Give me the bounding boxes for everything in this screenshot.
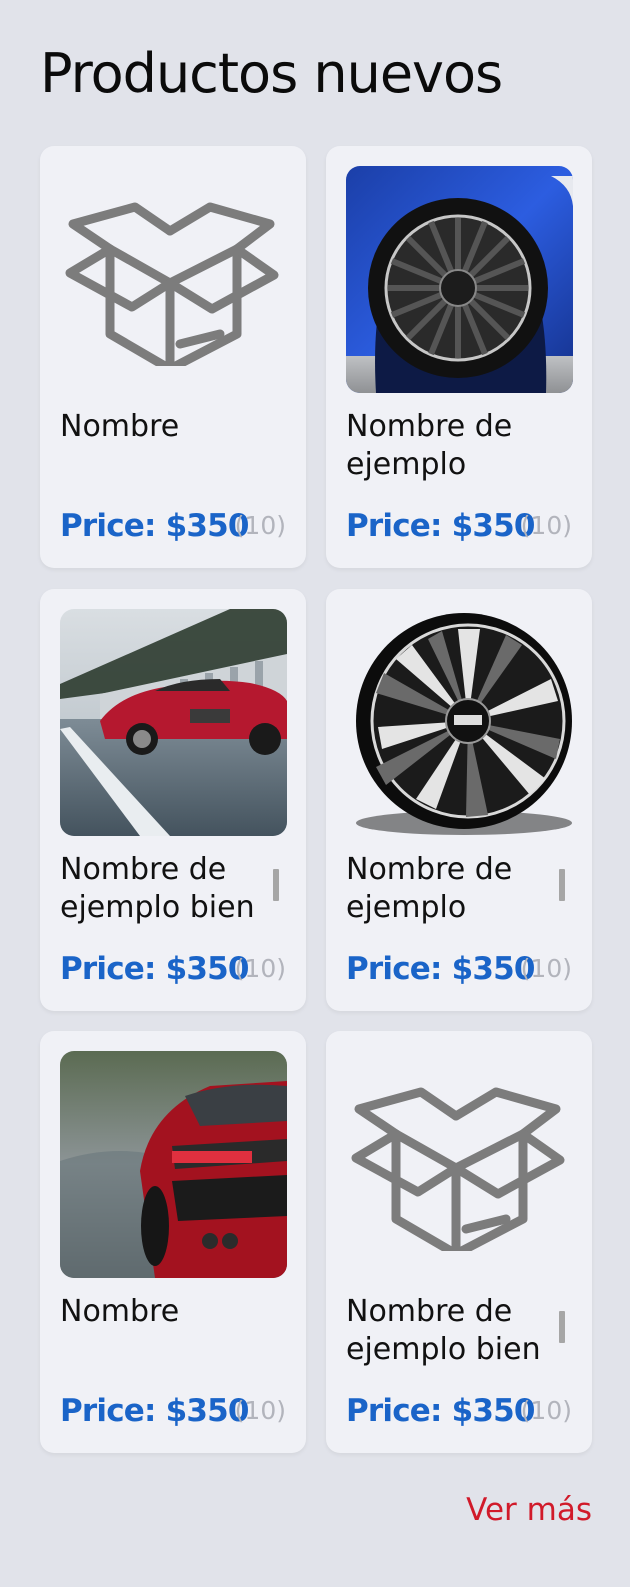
scrollbar-thumb[interactable] xyxy=(559,869,565,901)
red-sports-car-side-photo xyxy=(60,609,287,836)
car-wheel-photo xyxy=(346,166,573,393)
product-name-container: Nombre xyxy=(60,408,287,488)
product-name: Nombre de ejemplo bien xyxy=(346,1294,541,1367)
see-more-link[interactable]: Ver más xyxy=(466,1488,592,1532)
product-card[interactable]: Nombre Price: $350 (10) xyxy=(40,1031,306,1453)
product-card[interactable]: Nombre de ejemplo bien Price: $350 (10) xyxy=(40,589,306,1011)
product-card[interactable]: Nombre de ejemplo Price: $350 (10) xyxy=(326,146,592,568)
product-count: (10) xyxy=(234,954,286,983)
box-placeholder-icon xyxy=(346,1076,573,1251)
product-count: (10) xyxy=(520,954,572,983)
product-card[interactable]: Nombre de ejemplo bien Price: $350 (10) xyxy=(326,1031,592,1453)
product-name: Nombre xyxy=(60,409,180,444)
product-name: Nombre xyxy=(60,1294,180,1329)
product-name-container: Nombre xyxy=(60,1293,287,1373)
product-count: (10) xyxy=(234,1396,286,1425)
product-name-container[interactable]: Nombre de ejemplo bien xyxy=(60,851,287,931)
product-price: Price: $350 xyxy=(346,1393,536,1429)
red-sports-car-rear-photo xyxy=(60,1051,287,1278)
alloy-rim-photo xyxy=(346,609,573,836)
product-price: Price: $350 xyxy=(60,1393,250,1429)
product-name-container: Nombre de ejemplo xyxy=(346,408,573,488)
product-name-container[interactable]: Nombre de ejemplo bien xyxy=(346,1293,573,1373)
product-name-container[interactable]: Nombre de ejemplo xyxy=(346,851,573,931)
product-count: (10) xyxy=(520,511,572,540)
product-name: Nombre de ejemplo bien xyxy=(60,852,255,925)
product-name: Nombre de ejemplo xyxy=(346,409,513,482)
box-placeholder-icon xyxy=(60,191,287,366)
product-card[interactable]: Nombre Price: $350 (10) xyxy=(40,146,306,568)
scrollbar-thumb[interactable] xyxy=(559,1311,565,1343)
product-card[interactable]: Nombre de ejemplo Price: $350 (10) xyxy=(326,589,592,1011)
product-price: Price: $350 xyxy=(60,951,250,987)
product-name: Nombre de ejemplo xyxy=(346,852,513,925)
product-price: Price: $350 xyxy=(60,508,250,544)
page-title: Productos nuevos xyxy=(40,42,503,105)
product-count: (10) xyxy=(520,1396,572,1425)
scrollbar-thumb[interactable] xyxy=(273,869,279,901)
product-price: Price: $350 xyxy=(346,508,536,544)
product-count: (10) xyxy=(234,511,286,540)
product-price: Price: $350 xyxy=(346,951,536,987)
